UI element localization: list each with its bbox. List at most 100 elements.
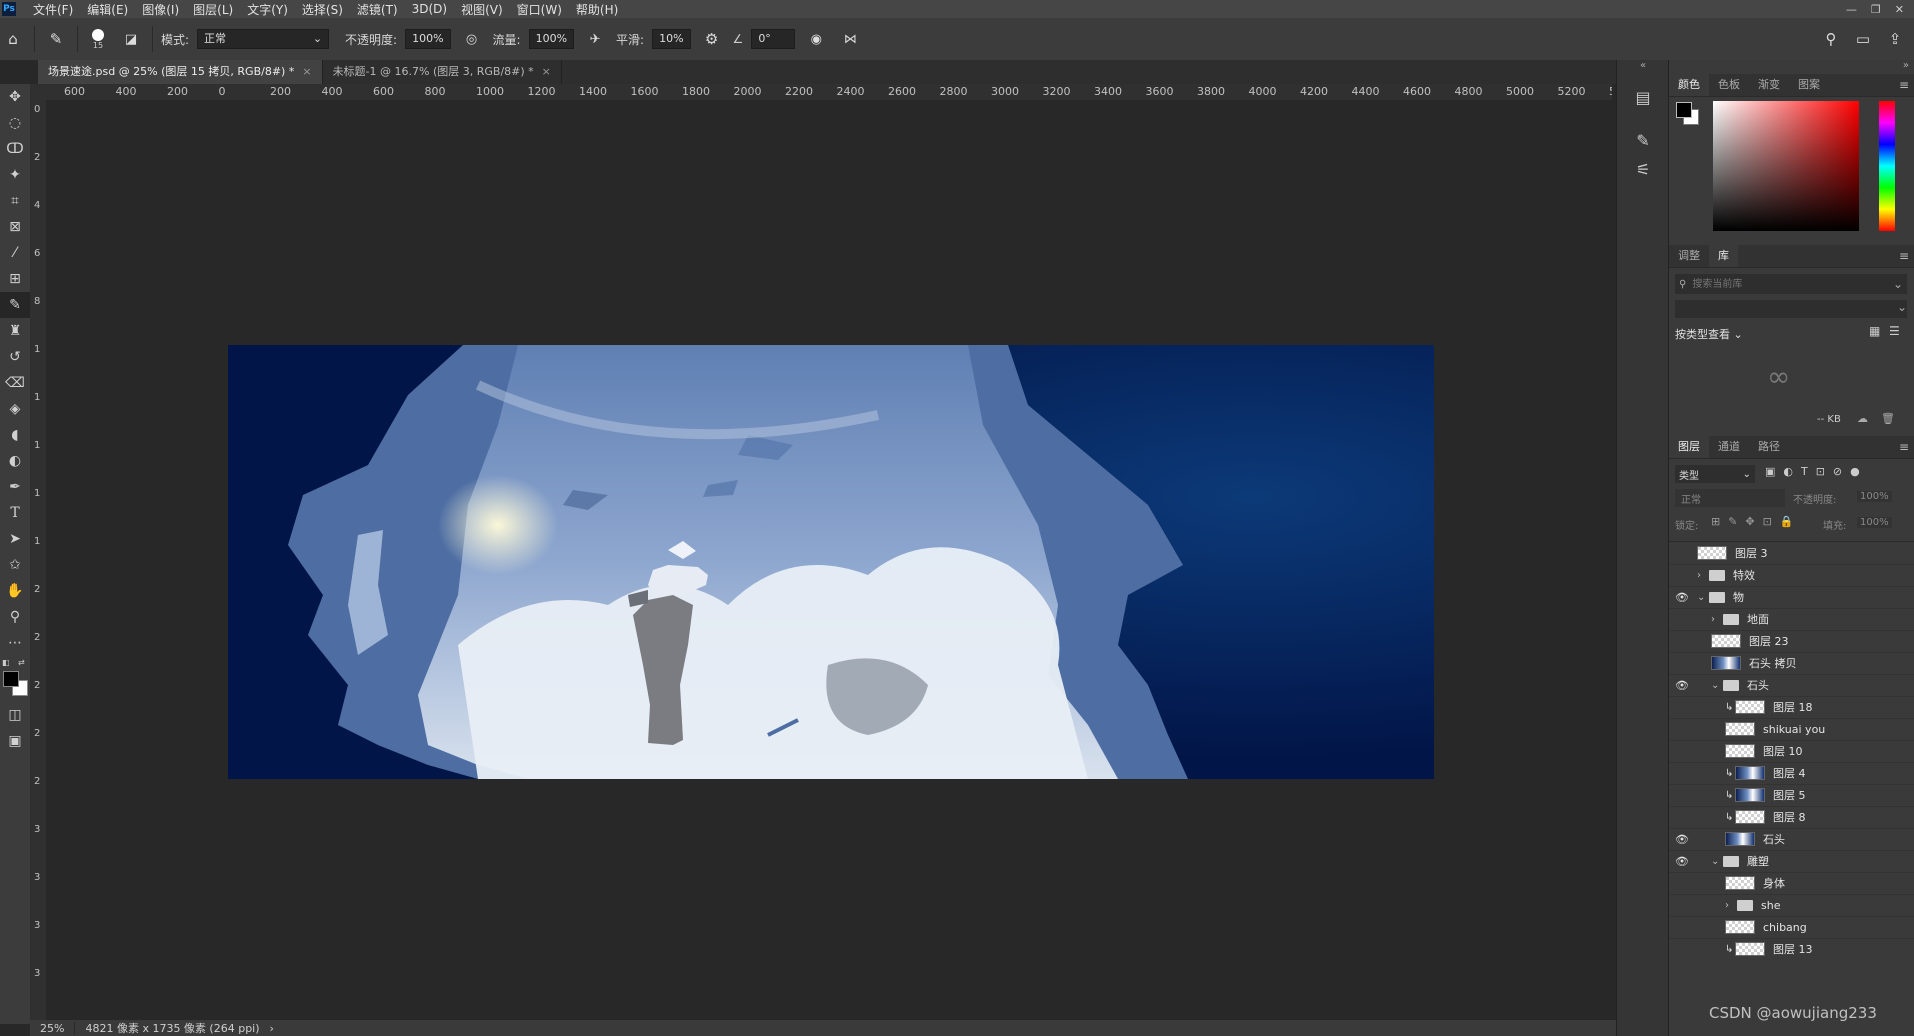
chevron-down-icon[interactable]: ⌄ (1697, 592, 1709, 603)
paint-bucket-icon[interactable]: ◈ (0, 396, 30, 422)
layer-thumbnail[interactable] (1725, 832, 1755, 846)
default-colors-icon[interactable]: ◧ (2, 658, 10, 667)
tab-document-2[interactable]: 未标题-1 @ 16.7% (图层 3, RGB/8#) * × (323, 60, 562, 84)
layer-row[interactable]: 石头 拷贝 (1669, 652, 1914, 675)
eyedropper-icon[interactable]: ⁄ (0, 240, 30, 266)
library-search-input[interactable] (1690, 277, 1893, 291)
menu-window[interactable]: 窗口(W) (510, 1, 569, 18)
symmetry-icon[interactable]: ⋈ (837, 26, 863, 52)
brush-tool-icon[interactable]: ✎ (43, 26, 69, 52)
move-tool-icon[interactable]: ✥ (0, 84, 30, 110)
layer-filter-icons[interactable]: ▣◐T⊡⊘● (1765, 465, 1868, 478)
menu-3d[interactable]: 3D(D) (405, 2, 454, 16)
zoom-tool-icon[interactable]: ⚲ (0, 604, 30, 630)
layer-row[interactable]: 👁 ⌄ 物 (1669, 586, 1914, 609)
photoshop-logo[interactable]: Ps (2, 2, 16, 16)
artwork-canvas[interactable] (228, 345, 1434, 779)
tab-patterns[interactable]: 图案 (1789, 74, 1829, 96)
chevron-right-icon[interactable]: › (1697, 570, 1709, 581)
layer-thumbnail[interactable] (1735, 942, 1765, 956)
flow-field[interactable]: 100% (528, 29, 575, 49)
layer-row[interactable]: ↳ 图层 18 (1669, 696, 1914, 719)
collapse-arrows-icon[interactable]: » (1669, 60, 1914, 74)
menu-edit[interactable]: 编辑(E) (80, 1, 135, 18)
panel-menu-icon[interactable]: ≡ (1899, 249, 1914, 263)
airbrush-icon[interactable]: ✈ (582, 26, 608, 52)
layer-thumbnail[interactable] (1735, 766, 1765, 780)
grid-view-icon[interactable]: ▦ (1869, 324, 1880, 338)
lock-icons[interactable]: ⊞✎✥⊡🔒 (1711, 515, 1802, 528)
more-tools-icon[interactable]: ⋯ (0, 630, 30, 656)
layer-row[interactable]: 👁 石头 (1669, 828, 1914, 851)
layer-row[interactable]: 图层 23 (1669, 630, 1914, 653)
layer-opacity-field[interactable]: 100% (1857, 491, 1892, 502)
panel-menu-icon[interactable]: ≡ (1899, 440, 1914, 454)
menu-file[interactable]: 文件(F) (26, 1, 80, 18)
share-icon[interactable]: ⇪ (1882, 26, 1908, 52)
layer-thumbnail[interactable] (1725, 722, 1755, 736)
library-search[interactable]: ⚲ ⌄ (1675, 274, 1907, 294)
menu-view[interactable]: 视图(V) (454, 1, 510, 18)
document-info[interactable]: 4821 像素 x 1735 像素 (264 ppi) (75, 1020, 269, 1036)
restore-icon[interactable]: ❐ (1871, 3, 1881, 16)
foreground-color-swatch[interactable] (1676, 102, 1692, 118)
tab-gradients[interactable]: 渐变 (1749, 74, 1789, 96)
menu-layer[interactable]: 图层(L) (186, 1, 240, 18)
pressure-size-icon[interactable]: ◉ (803, 26, 829, 52)
gear-icon[interactable]: ⚙ (699, 26, 725, 52)
menu-type[interactable]: 文字(Y) (240, 1, 295, 18)
library-view-select[interactable]: 按类型查看 ⌄ (1675, 326, 1743, 342)
layer-thumbnail[interactable] (1735, 700, 1765, 714)
tab-document-1[interactable]: 场景速途.psd @ 25% (图层 15 拷贝, RGB/8#) * × (38, 60, 323, 84)
screen-mode-icon[interactable]: ▣ (0, 728, 30, 754)
opacity-field[interactable]: 100% (405, 29, 451, 49)
hue-slider[interactable] (1879, 101, 1895, 231)
fill-field[interactable]: 100% (1857, 517, 1892, 528)
pressure-opacity-icon[interactable]: ◎ (459, 26, 485, 52)
layer-row[interactable]: › she (1669, 894, 1914, 917)
layer-row[interactable]: ↳ 图层 5 (1669, 784, 1914, 807)
chevron-down-icon[interactable]: ⌄ (1711, 856, 1723, 867)
layer-thumbnail[interactable] (1697, 546, 1727, 560)
layer-row[interactable]: chibang (1669, 916, 1914, 939)
cloud-sync-icon[interactable]: ☁ (1857, 412, 1868, 425)
magic-wand-icon[interactable]: ✦ (0, 162, 30, 188)
layer-row[interactable]: ↳ 图层 4 (1669, 762, 1914, 785)
tab-libraries[interactable]: 库 (1709, 245, 1738, 267)
layer-row[interactable]: 👁 ⌄ 石头 (1669, 674, 1914, 697)
menu-filter[interactable]: 滤镜(T) (350, 1, 405, 18)
search-icon[interactable]: ⚲ (1818, 26, 1844, 52)
chevron-right-icon[interactable]: › (1725, 900, 1737, 911)
smoothing-field[interactable]: 10% (652, 29, 691, 49)
layer-row[interactable]: 身体 (1669, 872, 1914, 895)
brush-tool-icon[interactable]: ✎ (0, 292, 30, 318)
trash-icon[interactable]: 🗑 (1881, 412, 1895, 425)
chevron-down-icon[interactable]: ⌄ (1711, 680, 1723, 691)
brush-settings-icon[interactable]: ◪ (118, 26, 144, 52)
layer-row[interactable]: › 地面 (1669, 608, 1914, 631)
tab-adjustments[interactable]: 调整 (1669, 245, 1709, 267)
collapse-arrows-icon[interactable]: « (1617, 60, 1669, 74)
menu-image[interactable]: 图像(I) (135, 1, 186, 18)
foreground-color-swatch[interactable] (3, 671, 19, 687)
layer-row[interactable]: 图层 3 (1669, 542, 1914, 565)
layer-row[interactable]: › 特效 (1669, 564, 1914, 587)
layer-row[interactable]: ↳ 图层 8 (1669, 806, 1914, 829)
library-dropdown[interactable]: ⌄ (1675, 300, 1907, 318)
blend-mode-select[interactable]: 正常 (1675, 489, 1785, 507)
layer-thumbnail[interactable] (1725, 744, 1755, 758)
tab-channels[interactable]: 通道 (1709, 436, 1749, 458)
layer-filter-select[interactable]: 类型 ⌄ (1675, 465, 1755, 483)
blur-tool-icon[interactable]: ◖ (0, 422, 30, 448)
quick-mask-icon[interactable]: ◫ (0, 702, 30, 728)
angle-field[interactable]: 0° (751, 29, 796, 49)
tab-paths[interactable]: 路径 (1749, 436, 1789, 458)
menu-help[interactable]: 帮助(H) (569, 1, 625, 18)
visibility-eye-icon[interactable]: 👁 (1669, 833, 1695, 846)
history-brush-icon[interactable]: ↺ (0, 344, 30, 370)
layer-row[interactable]: 图层 10 (1669, 740, 1914, 763)
hand-tool-icon[interactable]: ✋ (0, 578, 30, 604)
tab-swatches[interactable]: 色板 (1709, 74, 1749, 96)
type-tool-icon[interactable]: T (0, 500, 30, 526)
visibility-eye-icon[interactable]: 👁 (1669, 679, 1695, 692)
